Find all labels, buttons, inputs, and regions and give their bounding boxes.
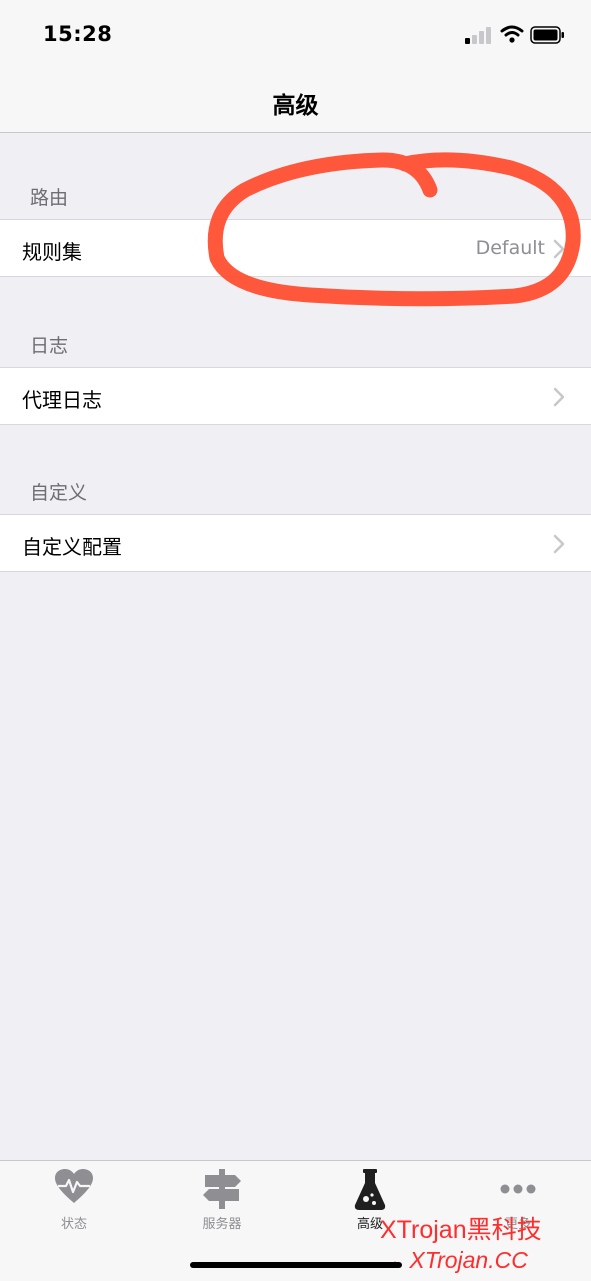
- cellular-signal-icon: [465, 27, 491, 44]
- watermark-url: → XTrojan.CC: [380, 1247, 528, 1273]
- more-dots-icon: [500, 1184, 536, 1194]
- status-time: 15:28: [43, 22, 113, 46]
- page-title: 高级: [272, 93, 319, 119]
- row-ruleset-label: 规则集: [22, 240, 82, 264]
- signpost-icon: [203, 1169, 241, 1209]
- row-proxy-log-label: 代理日志: [22, 388, 102, 412]
- home-indicator: [190, 1262, 402, 1268]
- tab-status-label: 状态: [60, 1217, 87, 1232]
- section-header-routing: 路由: [30, 187, 69, 209]
- chevron-right-icon: [553, 387, 565, 407]
- tab-servers[interactable]: 服务器: [148, 1161, 296, 1241]
- row-custom-config[interactable]: 自定义配置: [0, 514, 591, 572]
- wifi-icon: [500, 25, 524, 43]
- heart-pulse-icon: [55, 1169, 93, 1203]
- chevron-right-icon: [553, 534, 565, 554]
- row-ruleset-value: Default: [475, 237, 545, 259]
- row-proxy-log[interactable]: 代理日志: [0, 367, 591, 425]
- tab-servers-label: 服务器: [202, 1217, 242, 1232]
- watermark-text: XTrojan黑科技: [380, 1216, 542, 1244]
- flask-icon: [354, 1169, 386, 1210]
- nav-bar: 高级: [0, 64, 591, 133]
- battery-icon: [530, 26, 564, 44]
- section-header-custom: 自定义: [30, 482, 88, 504]
- chevron-right-icon: [553, 239, 565, 259]
- section-header-logs: 日志: [30, 335, 69, 357]
- row-custom-config-label: 自定义配置: [22, 535, 122, 559]
- row-ruleset[interactable]: 规则集 Default: [0, 219, 591, 277]
- tab-status[interactable]: 状态: [0, 1161, 148, 1241]
- status-bar: 15:28: [0, 0, 591, 64]
